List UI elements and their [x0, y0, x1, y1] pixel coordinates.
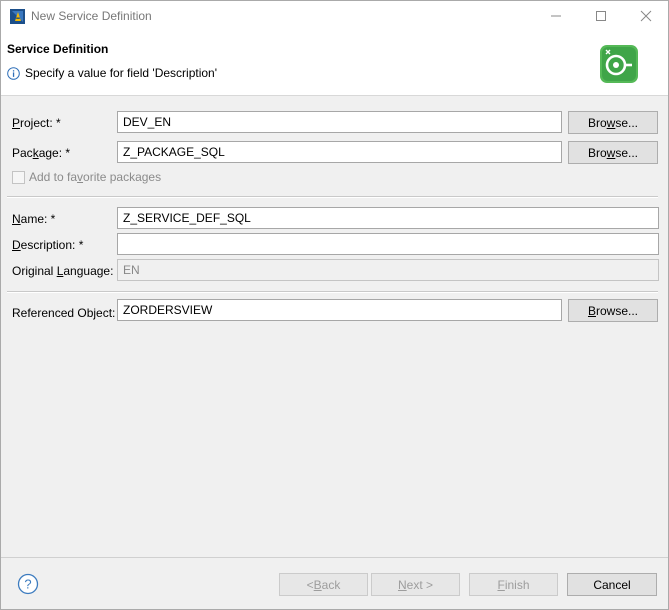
- maximize-button[interactable]: [581, 5, 621, 27]
- name-field[interactable]: Z_SERVICE_DEF_SQL: [117, 207, 659, 229]
- info-icon: [7, 66, 20, 80]
- description-field[interactable]: [117, 233, 659, 255]
- wizard-header: Service Definition Specify a value for f…: [1, 32, 668, 96]
- project-label: Project: *: [12, 116, 61, 130]
- name-label: Name: *: [12, 212, 56, 226]
- svg-text:?: ?: [24, 577, 31, 592]
- close-icon: [640, 10, 652, 22]
- sap-adt-icon: [10, 9, 25, 24]
- page-title: Service Definition: [7, 42, 109, 56]
- minimize-button[interactable]: [536, 5, 576, 27]
- original-language-field: EN: [117, 259, 659, 281]
- project-browse-button[interactable]: Bro w se...: [568, 111, 658, 134]
- title-bar: New Service Definition: [1, 1, 668, 32]
- next-button[interactable]: Next >: [371, 573, 460, 596]
- footer-separator: [1, 557, 668, 558]
- checkbox-box[interactable]: [12, 170, 25, 184]
- back-button[interactable]: < Back: [279, 573, 368, 596]
- maximize-icon: [596, 11, 606, 21]
- cancel-button[interactable]: Cancel: [567, 573, 657, 596]
- package-field[interactable]: Z_PACKAGE_SQL: [117, 141, 562, 163]
- status-message: Specify a value for field 'Description': [7, 66, 217, 80]
- original-language-label: Original Language:: [12, 264, 114, 278]
- status-message-text: Specify a value for field 'Description': [25, 66, 218, 80]
- new-service-definition-dialog: New Service Definition Service Definitio…: [0, 0, 669, 610]
- finish-button[interactable]: Finish: [469, 573, 558, 596]
- referenced-object-label: Referenced Object:: [12, 306, 116, 320]
- window-title: New Service Definition: [31, 9, 152, 23]
- favorite-packages-checkbox[interactable]: Add to favorite packages: [12, 170, 161, 184]
- favorite-packages-label: Add to favorite packages: [29, 170, 162, 184]
- service-definition-icon: [599, 44, 639, 84]
- help-icon: ?: [17, 573, 39, 595]
- project-field[interactable]: DEV_EN: [117, 111, 562, 133]
- description-label: Description: *: [12, 238, 84, 252]
- close-button[interactable]: [626, 5, 666, 27]
- package-label: Package: *: [12, 146, 71, 160]
- package-browse-button[interactable]: Bro w se...: [568, 141, 658, 164]
- referenced-object-field[interactable]: ZORDERSVIEW: [117, 299, 562, 321]
- separator: [7, 291, 658, 293]
- minimize-icon: [551, 15, 561, 17]
- separator: [7, 196, 658, 198]
- help-button[interactable]: ?: [17, 573, 39, 595]
- referenced-object-browse-button[interactable]: Browse...: [568, 299, 658, 322]
